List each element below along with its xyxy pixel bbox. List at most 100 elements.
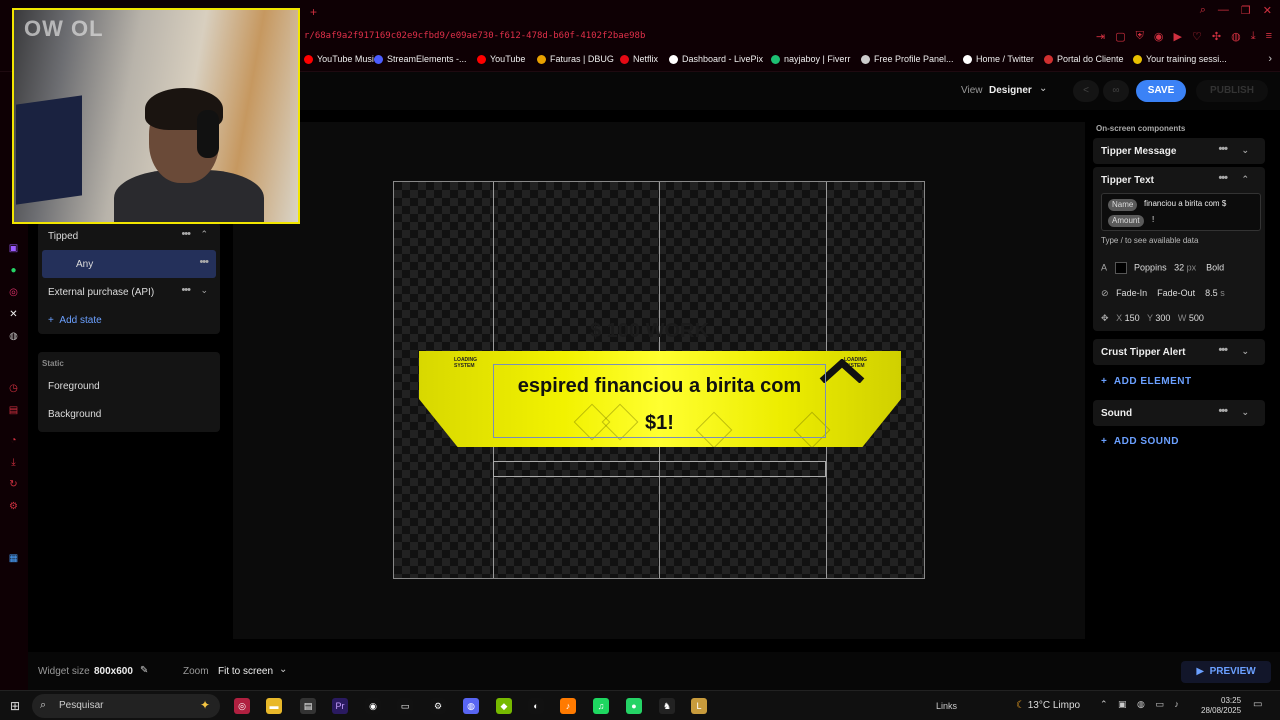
discord-taskbar-icon[interactable]: ◍ bbox=[463, 698, 479, 714]
bookmark-item[interactable]: Portal do Cliente bbox=[1044, 54, 1124, 64]
more-icon[interactable]: ••• bbox=[1218, 143, 1228, 155]
notification-icon[interactable]: ▭ bbox=[1253, 699, 1262, 710]
share-icon[interactable]: < bbox=[1073, 80, 1099, 102]
league-icon[interactable]: L bbox=[691, 698, 707, 714]
bookmark-item[interactable]: Free Profile Panel... bbox=[861, 54, 954, 64]
clock[interactable]: 03:25 28/08/2025 bbox=[1201, 696, 1241, 716]
chevron-down-icon[interactable]: ⌄ bbox=[1039, 83, 1047, 94]
heart-icon[interactable]: ♡ bbox=[1192, 30, 1202, 43]
terminal-icon[interactable]: ▭ bbox=[397, 698, 413, 714]
search-tabs-icon[interactable]: ⌕ bbox=[1200, 4, 1206, 17]
play-icon[interactable]: ▶ bbox=[1174, 30, 1182, 43]
discord-icon[interactable]: ◍ bbox=[7, 330, 20, 343]
minimize-icon[interactable]: — bbox=[1218, 4, 1229, 17]
state-item-tipped[interactable]: Tipped ••• ⌃ bbox=[38, 222, 220, 250]
chevron-down-icon[interactable]: ⌄ bbox=[279, 664, 287, 675]
refresh-icon[interactable]: ↻ bbox=[7, 478, 20, 491]
font-select[interactable]: Poppins bbox=[1134, 262, 1167, 272]
state-item-any[interactable]: Any ••• bbox=[42, 250, 216, 278]
chevron-down-icon[interactable]: ⌄ bbox=[200, 285, 208, 296]
more-icon[interactable]: ••• bbox=[181, 284, 191, 296]
settings-icon[interactable]: ⚙ bbox=[7, 500, 20, 513]
system-tray[interactable]: ⌃ ▣ ◍ ▭ ♪ bbox=[1100, 699, 1183, 710]
app-taskbar-icon[interactable]: ◎ bbox=[234, 698, 250, 714]
link-icon[interactable]: ∞ bbox=[1103, 80, 1129, 102]
more-icon[interactable]: ••• bbox=[181, 228, 191, 240]
add-state-button[interactable]: + Add state bbox=[48, 315, 102, 326]
more-icon[interactable]: ••• bbox=[1218, 344, 1228, 356]
app-taskbar-icon[interactable]: ♞ bbox=[659, 698, 675, 714]
static-item-background[interactable]: Background bbox=[38, 400, 220, 428]
chevron-right-icon[interactable]: › bbox=[1268, 53, 1272, 65]
links-toolbar[interactable]: Links bbox=[936, 701, 957, 711]
maximize-icon[interactable]: ❐ bbox=[1241, 4, 1251, 17]
component-crust-tipper-alert[interactable]: Crust Tipper Alert ••• ⌄ bbox=[1093, 339, 1265, 365]
component-sound[interactable]: Sound ••• ⌄ bbox=[1093, 400, 1265, 426]
close-icon[interactable]: ✕ bbox=[1263, 4, 1272, 17]
menu-icon[interactable]: ≡ bbox=[1266, 30, 1272, 43]
name-chip[interactable]: Name bbox=[1108, 199, 1138, 211]
chevron-up-icon[interactable]: ⌃ bbox=[1241, 174, 1249, 185]
color-swatch[interactable] bbox=[1114, 262, 1127, 274]
view-select[interactable]: Designer bbox=[989, 85, 1032, 96]
screen-icon[interactable]: ▢ bbox=[1115, 30, 1125, 43]
y-input[interactable]: 300 bbox=[1155, 313, 1170, 323]
chevron-down-icon[interactable]: ⌄ bbox=[1241, 407, 1249, 418]
duration-input[interactable]: 8.5 bbox=[1205, 288, 1218, 298]
bookmark-item[interactable]: Home / Twitter bbox=[963, 54, 1034, 64]
windows-start-icon[interactable]: ⊞ bbox=[10, 699, 20, 713]
font-size-input[interactable]: 32 bbox=[1174, 262, 1184, 272]
premiere-icon[interactable]: Pr bbox=[332, 698, 348, 714]
publish-button[interactable]: PUBLISH bbox=[1196, 80, 1268, 102]
bookmark-item[interactable]: Faturas | DBUG bbox=[537, 54, 614, 64]
amount-chip[interactable]: Amount bbox=[1108, 215, 1144, 227]
add-sound-button[interactable]: + ADD SOUND bbox=[1101, 436, 1179, 447]
widget-stage[interactable]: $ 100 WORK LOADING SYSTEM LOADING SYSTEM… bbox=[393, 181, 925, 579]
bookmark-item[interactable]: Dashboard - LivePix bbox=[669, 54, 763, 64]
bookmark-item[interactable]: Netflix bbox=[620, 54, 658, 64]
instagram-icon[interactable]: ◎ bbox=[7, 286, 20, 299]
twitch-icon[interactable]: ▣ bbox=[7, 242, 20, 255]
component-tipper-text[interactable]: Tipper Text ••• ⌃ Name financiou a birit… bbox=[1093, 167, 1265, 331]
download-rail-icon[interactable]: ⤓ bbox=[7, 456, 20, 469]
fade-out-select[interactable]: Fade-Out bbox=[1157, 288, 1195, 298]
sub-element-box[interactable] bbox=[493, 461, 826, 477]
chevron-down-icon[interactable]: ⌄ bbox=[1241, 346, 1249, 357]
more-icon[interactable]: ••• bbox=[1218, 405, 1228, 417]
more-icon[interactable]: ••• bbox=[1218, 172, 1228, 184]
state-item-external-purchase[interactable]: External purchase (API) ••• ⌄ bbox=[38, 278, 220, 306]
nvidia-icon[interactable]: ◆ bbox=[496, 698, 512, 714]
static-item-foreground[interactable]: Foreground bbox=[38, 372, 220, 400]
url-text[interactable]: r/68af9a2f917169c02e9cfbd9/e09ae730-f612… bbox=[304, 31, 645, 41]
weather-widget[interactable]: ☾ 13°C Limpo bbox=[1016, 700, 1080, 711]
record-icon[interactable]: ◉ bbox=[1154, 30, 1164, 43]
bookmark-item[interactable]: Your training sessi... bbox=[1133, 54, 1227, 64]
alert-text[interactable]: espired financiou a birita com $1! bbox=[493, 368, 826, 442]
taskbar-search[interactable]: ⌕ Pesquisar ✦ bbox=[32, 694, 220, 718]
obs-icon[interactable]: ◉ bbox=[365, 698, 381, 714]
preview-button[interactable]: ▶ PREVIEW bbox=[1181, 661, 1271, 683]
download-icon[interactable]: ⤓ bbox=[1251, 30, 1256, 43]
add-element-button[interactable]: + ADD ELEMENT bbox=[1101, 376, 1192, 387]
app-icon[interactable]: ▦ bbox=[7, 552, 20, 565]
component-tipper-message[interactable]: Tipper Message ••• ⌄ bbox=[1093, 138, 1265, 164]
pin-icon[interactable]: ⇥ bbox=[1096, 30, 1105, 43]
chevron-down-icon[interactable]: ⌄ bbox=[1241, 145, 1249, 156]
settings-taskbar-icon[interactable]: ⚙ bbox=[430, 698, 446, 714]
font-weight-select[interactable]: Bold bbox=[1206, 262, 1224, 272]
chevron-up-icon[interactable]: ⌃ bbox=[200, 229, 208, 240]
profile-icon[interactable]: ◍ bbox=[1231, 30, 1241, 43]
bookmark-item[interactable]: YouTube bbox=[477, 54, 525, 64]
clock-icon[interactable]: ◔ bbox=[7, 434, 20, 447]
new-tab-icon[interactable]: + bbox=[310, 5, 317, 19]
fl-studio-icon[interactable]: ♪ bbox=[560, 698, 576, 714]
bookmark-item[interactable]: YouTube Music bbox=[304, 54, 378, 64]
save-button[interactable]: SAVE bbox=[1136, 80, 1186, 102]
note-icon[interactable]: ▤ bbox=[7, 404, 20, 417]
taskview-icon[interactable]: ▤ bbox=[300, 698, 316, 714]
whatsapp-icon[interactable]: ● bbox=[7, 264, 20, 277]
pencil-icon[interactable]: ✎ bbox=[140, 665, 148, 676]
x-input[interactable]: 150 bbox=[1125, 313, 1140, 323]
x-icon[interactable]: ✕ bbox=[7, 308, 20, 321]
folder-icon[interactable]: ▬ bbox=[266, 698, 282, 714]
